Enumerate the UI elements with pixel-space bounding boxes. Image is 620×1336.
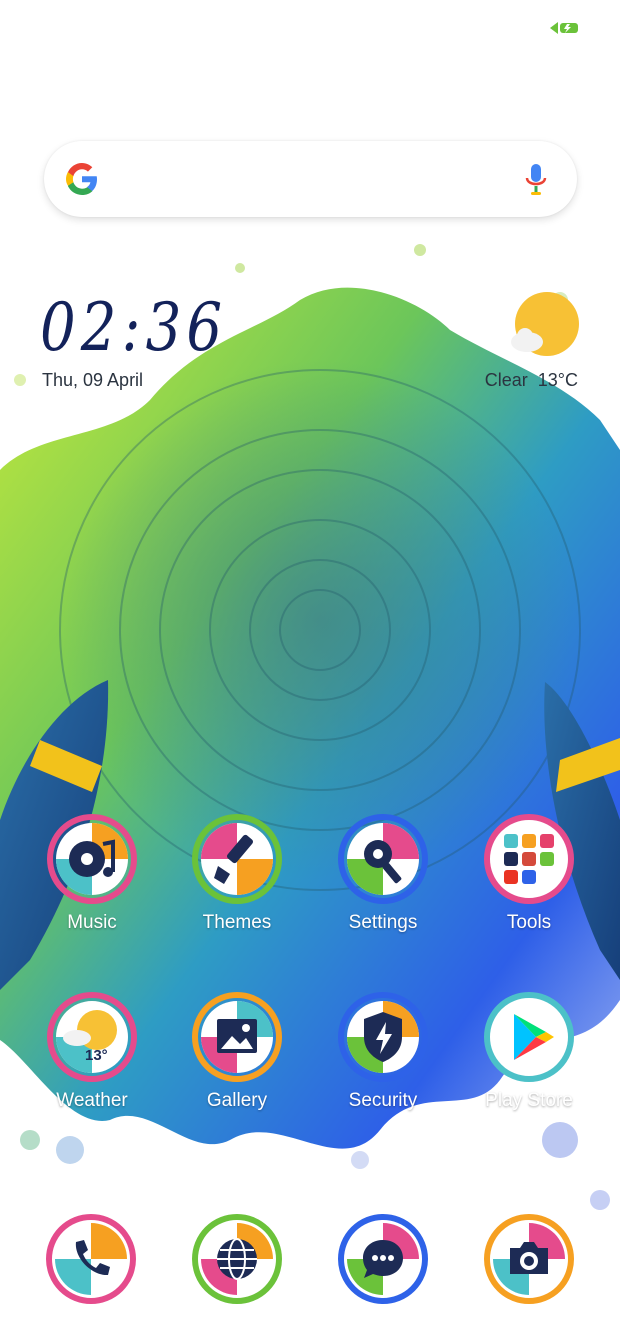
weather-sun-icon (47, 992, 137, 1082)
picture-icon (192, 992, 282, 1082)
app-music[interactable]: Music (37, 814, 147, 934)
app-label: Gallery (206, 1090, 268, 1111)
dock-camera[interactable] (474, 1214, 584, 1304)
app-settings[interactable]: Settings (328, 814, 438, 934)
microphone-icon[interactable] (525, 164, 547, 196)
app-label: Tools (506, 912, 552, 933)
google-logo-icon (66, 163, 97, 195)
app-label: Weather (56, 1090, 128, 1111)
app-label: Settings (348, 912, 418, 933)
weather-temperature: 13°C (537, 370, 578, 390)
app-label: Security (348, 1090, 418, 1111)
music-disc-icon (47, 814, 137, 904)
dock-messages[interactable] (328, 1214, 438, 1304)
clock-date: Thu, 09 April (42, 370, 144, 390)
app-play-store[interactable]: Play Store (474, 992, 584, 1112)
phone-icon (46, 1214, 136, 1304)
google-search-bar[interactable] (44, 141, 577, 217)
app-tools-folder[interactable]: Tools (474, 814, 584, 934)
camera-icon (484, 1214, 574, 1304)
weather-condition: Clear (484, 370, 528, 390)
app-weather[interactable]: 13° Weather (37, 992, 147, 1112)
app-label: Music (67, 912, 117, 933)
weather-app-temp: 13° (85, 1047, 108, 1064)
dock-phone[interactable] (36, 1214, 146, 1304)
shield-bolt-icon (338, 992, 428, 1082)
folder-grid-icon (484, 814, 574, 904)
play-store-icon (484, 992, 574, 1082)
app-themes[interactable]: Themes (182, 814, 292, 934)
globe-icon (192, 1214, 282, 1304)
paintbrush-icon (192, 814, 282, 904)
app-gallery[interactable]: Gallery (182, 992, 292, 1112)
gear-wrench-icon (338, 814, 428, 904)
dock-browser[interactable] (182, 1214, 292, 1304)
clock-time[interactable]: 02:36 (40, 288, 227, 368)
battery-charging-icon (550, 22, 578, 34)
app-security[interactable]: Security (328, 992, 438, 1112)
weather-widget-label[interactable]: Clear 13°C (485, 370, 578, 391)
app-label: Play Store (485, 1090, 573, 1111)
app-label: Themes (202, 912, 272, 933)
sun-cloud-icon[interactable] (505, 290, 581, 362)
chat-bubble-icon (338, 1214, 428, 1304)
